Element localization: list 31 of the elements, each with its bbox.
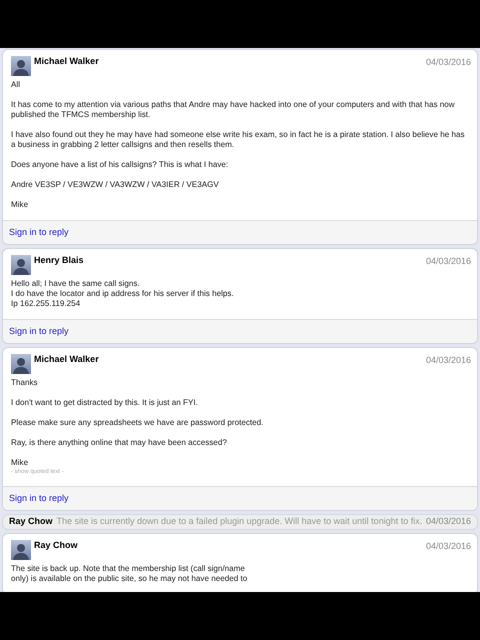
avatar-icon bbox=[11, 255, 31, 275]
avatar-icon bbox=[11, 540, 31, 560]
message-date: 04/03/2016 bbox=[426, 56, 471, 69]
message-paragraph: Andre VE3SP / VE3WZW / VA3WZW / VA3IER / VE3AGV bbox=[11, 180, 220, 190]
author-name: Michael Walker bbox=[34, 55, 99, 68]
message-paragraph: Does anyone have a list of his callsigns? This is what I have: bbox=[11, 160, 230, 170]
message-paragraph: All bbox=[11, 80, 21, 90]
message-snippet: The site is currently down due to a failed plugin upgrade. Will have to wait until tonight to fix. bbox=[56, 515, 422, 528]
reply-link[interactable]: Sign in to reply bbox=[9, 324, 69, 338]
author-name: Michael Walker bbox=[34, 353, 99, 366]
author-name: Ray Chow bbox=[9, 515, 53, 528]
message-paragraph: Ray, is there anything online that may have been accessed? bbox=[11, 438, 228, 448]
message-paragraph: I have also found out they he may have had someone else write his exam, so in fact he is a pirate station. I also believe he has a business in grabbing 2 letter callsigns and then resells them. bbox=[11, 130, 466, 150]
message-paragraph: The site is back up. Note that the membership list (call sign/name only) is available on the public site, so he may not have needed to bbox=[11, 564, 248, 584]
message-paragraph: I don't want to get distracted by this. It is just an FYI. bbox=[11, 398, 199, 408]
author-name: Ray Chow bbox=[34, 538, 78, 552]
avatar-icon bbox=[11, 56, 31, 76]
message-date: 04/03/2016 bbox=[426, 354, 471, 367]
author-name: Henry Blais bbox=[34, 254, 84, 267]
message-paragraph: Mike bbox=[11, 200, 30, 210]
message-paragraph: Please make sure any spreadsheets we have are password protected. bbox=[11, 418, 264, 428]
reply-link[interactable]: Sign in to reply bbox=[9, 226, 69, 240]
avatar-icon bbox=[11, 354, 31, 374]
message-date: 04/03/2016 bbox=[426, 515, 471, 528]
message-paragraph: Thanks bbox=[11, 378, 39, 388]
message-paragraph: Hello all; I have the same call signs. I do have the locator and ip address for his server if this helps. Ip 162.255.119.254 bbox=[11, 279, 235, 309]
message-date: 04/03/2016 bbox=[426, 255, 471, 268]
message-paragraph: Mike bbox=[11, 458, 30, 468]
message-date: 04/03/2016 bbox=[426, 540, 471, 552]
message-paragraph: It has come to my attention via various paths that Andre may have hacked into one of your computers and with that has now published the TFMCS membership list. bbox=[11, 100, 456, 120]
reply-link[interactable]: Sign in to reply bbox=[9, 492, 69, 506]
